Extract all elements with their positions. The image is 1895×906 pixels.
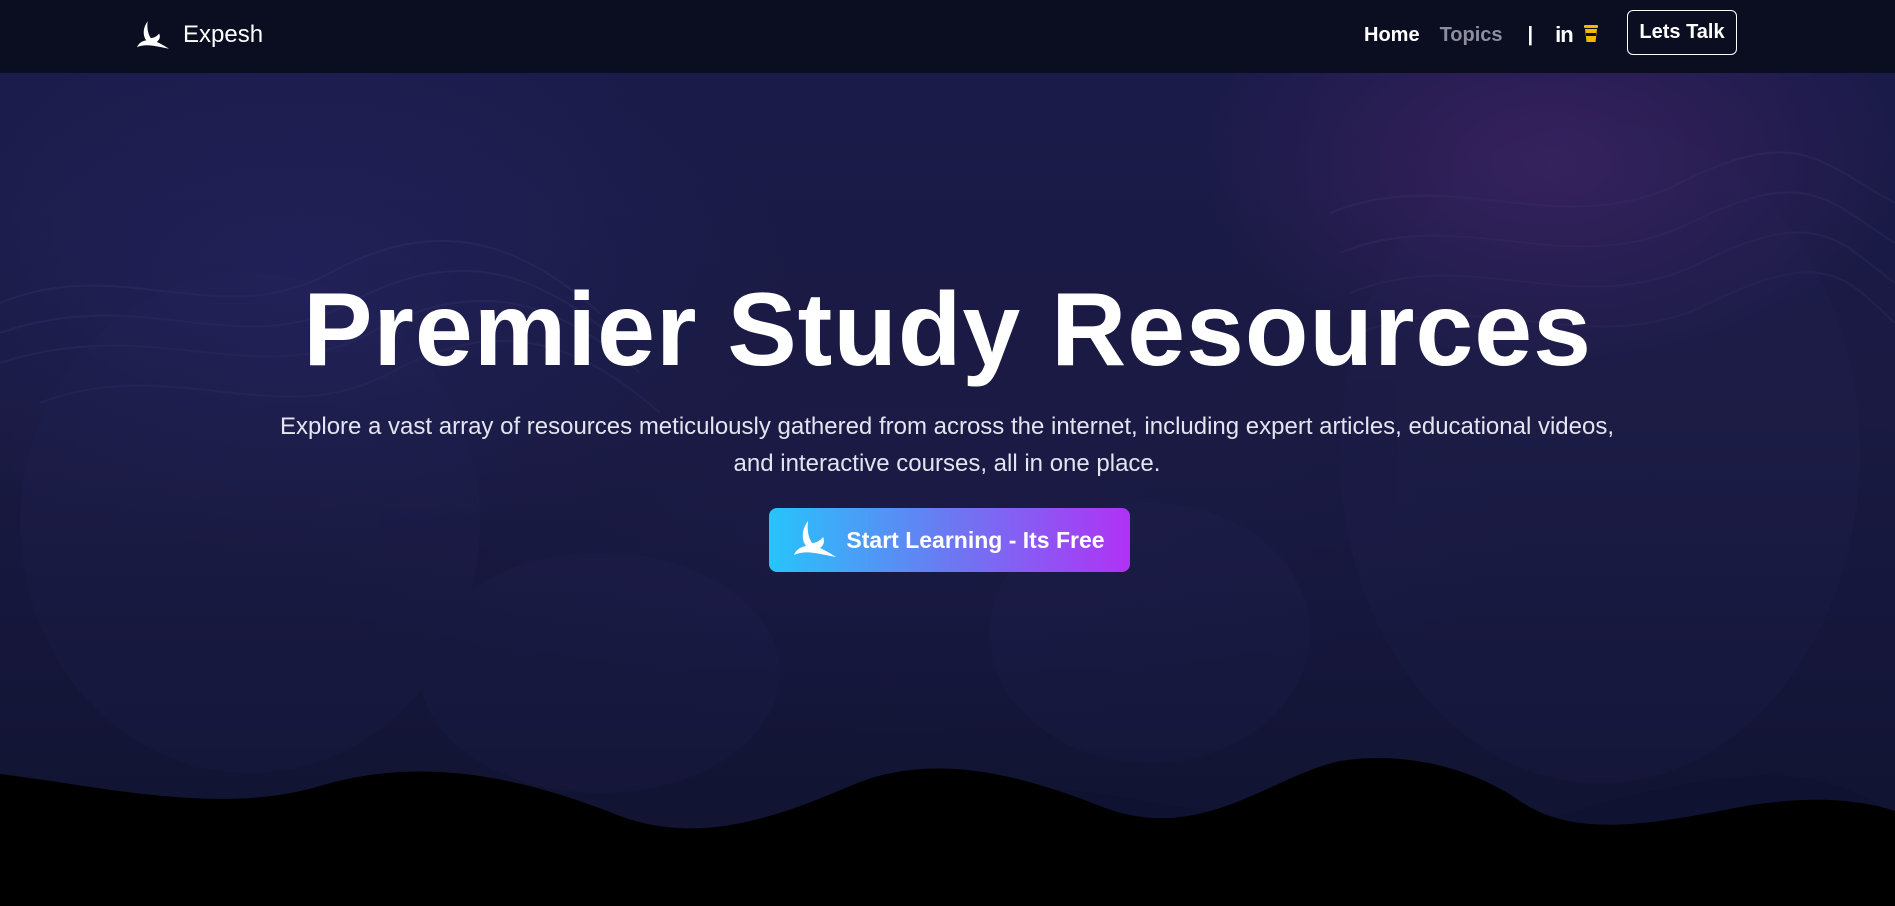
hero-title: Premier Study Resources (303, 272, 1592, 388)
nav-home-link[interactable]: Home (1364, 24, 1420, 47)
lets-talk-button[interactable]: Lets Talk (1627, 10, 1737, 55)
wave-divider (0, 757, 1895, 906)
start-learning-label: Start Learning - Its Free (846, 526, 1105, 553)
page: Premier Study Resources Explore a vast a… (0, 0, 1895, 906)
linkedin-link[interactable]: in (1555, 22, 1574, 48)
navbar: Expesh Home Topics | in Lets Talk (0, 0, 1895, 73)
bird-logo-icon (137, 19, 169, 51)
start-learning-button[interactable]: Start Learning - Its Free (769, 508, 1130, 572)
nav-divider: | (1527, 23, 1534, 46)
coffee-link[interactable] (1583, 23, 1599, 48)
brand-link[interactable]: Expesh (137, 19, 263, 51)
coffee-cup-icon (1583, 23, 1599, 48)
linkedin-icon: in (1555, 22, 1574, 47)
hero-section: Premier Study Resources Explore a vast a… (0, 73, 1895, 906)
nav-topics-link[interactable]: Topics (1440, 24, 1503, 47)
bird-icon (794, 519, 837, 562)
nav-links: Home Topics | in (1364, 22, 1609, 48)
hero-subtitle: Explore a vast array of resources meticu… (280, 413, 1614, 477)
brand-name: Expesh (183, 21, 264, 48)
